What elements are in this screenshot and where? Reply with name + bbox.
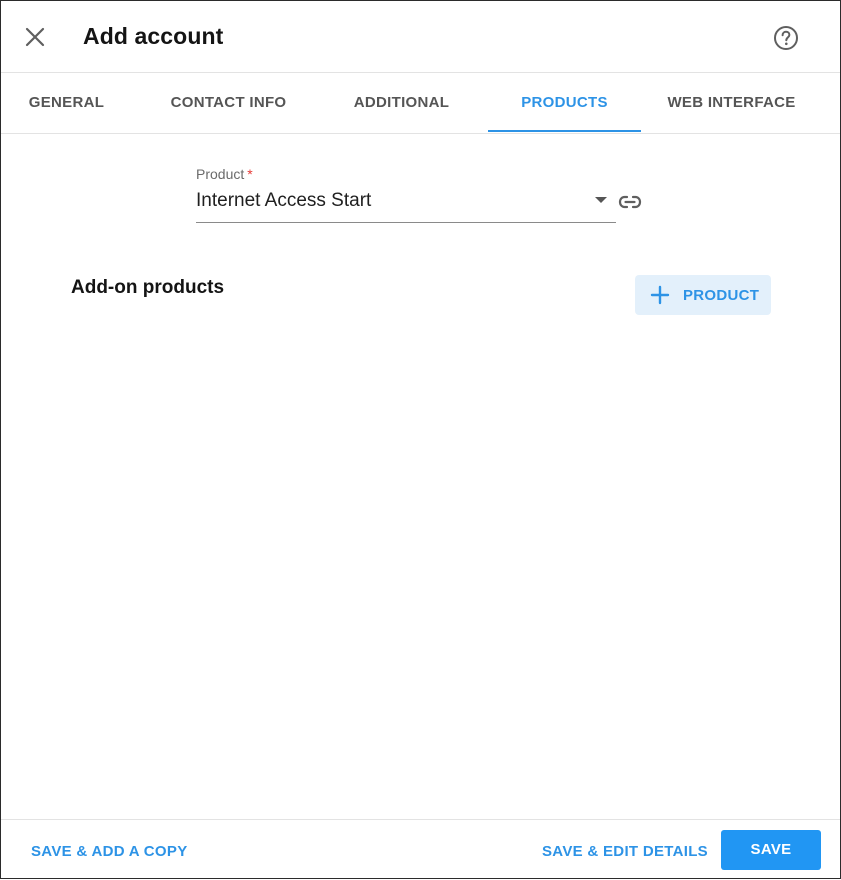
product-field-underline — [196, 222, 616, 223]
add-account-dialog: Add account GENERAL CONTACT INFO ADDITIO… — [0, 0, 841, 879]
add-product-label: PRODUCT — [683, 287, 760, 304]
add-product-button[interactable]: PRODUCT — [635, 275, 771, 315]
active-tab-indicator — [488, 130, 641, 132]
save-add-copy-button[interactable]: SAVE & ADD A COPY — [31, 843, 188, 860]
tab-general[interactable]: GENERAL — [11, 73, 122, 133]
tab-web-interface[interactable]: WEB INTERFACE — [656, 73, 807, 133]
save-edit-details-button[interactable]: SAVE & EDIT DETAILS — [542, 843, 708, 860]
dialog-title: Add account — [83, 23, 224, 49]
dialog-footer: SAVE & ADD A COPY SAVE & EDIT DETAILS SA… — [1, 819, 840, 880]
tab-additional[interactable]: ADDITIONAL — [334, 73, 469, 133]
chevron-down-icon[interactable] — [595, 197, 607, 203]
tab-contact-info[interactable]: CONTACT INFO — [151, 73, 306, 133]
addon-products-title: Add-on products — [71, 277, 225, 298]
product-select-value[interactable]: Internet Access Start — [196, 190, 371, 212]
help-circle-icon[interactable] — [772, 24, 800, 52]
close-icon[interactable] — [21, 23, 49, 51]
tab-bar: GENERAL CONTACT INFO ADDITIONAL PRODUCTS… — [1, 73, 840, 134]
product-field-label: Product * — [196, 166, 253, 182]
required-mark: * — [247, 166, 253, 182]
dialog-header: Add account — [1, 1, 840, 73]
tab-products[interactable]: PRODUCTS — [488, 73, 641, 133]
product-label-text: Product — [196, 166, 245, 182]
plus-icon — [649, 284, 671, 306]
link-icon[interactable] — [617, 191, 643, 213]
save-button[interactable]: SAVE — [721, 830, 821, 870]
